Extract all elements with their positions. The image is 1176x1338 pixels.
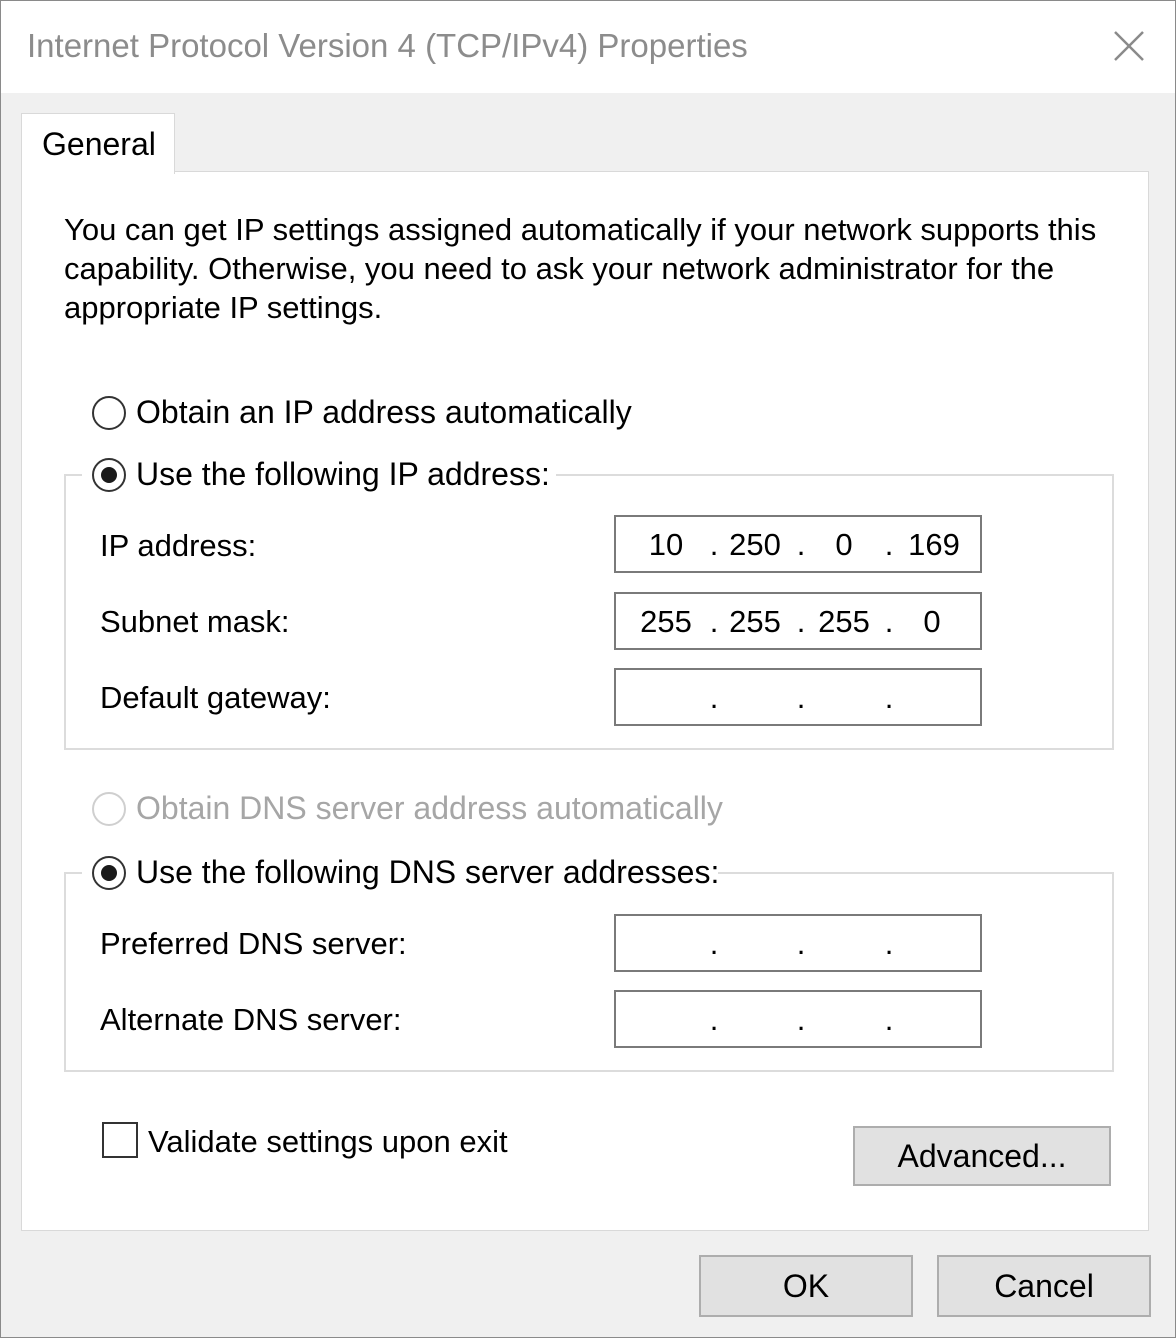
default-gateway-label: Default gateway:: [100, 680, 331, 715]
subnet-octet-3: 255: [818, 604, 870, 639]
validate-settings-checkbox[interactable]: [102, 1122, 138, 1158]
ip-dot-1: .: [709, 527, 719, 562]
obtain-ip-auto-label[interactable]: Obtain an IP address automatically: [136, 394, 632, 431]
pref-dns-dot-1: .: [709, 926, 719, 961]
subnet-octet-1: 255: [640, 604, 692, 639]
ip-address-label: IP address:: [100, 528, 257, 563]
alt-dns-dot-2: .: [796, 1002, 806, 1037]
obtain-dns-auto-radio: [92, 792, 126, 826]
subnet-dot-2: .: [796, 604, 806, 639]
subnet-mask-label: Subnet mask:: [100, 604, 290, 639]
ip-dot-2: .: [796, 527, 806, 562]
gateway-dot-3: .: [884, 680, 894, 715]
ip-octet-1: 10: [648, 527, 684, 562]
tab-general[interactable]: General: [21, 113, 175, 174]
ip-octet-3: 0: [835, 527, 853, 562]
description-text: You can get IP settings assigned automat…: [64, 212, 1097, 325]
use-following-dns-radio[interactable]: [92, 856, 126, 890]
obtain-ip-auto-radio[interactable]: [92, 396, 126, 430]
title-bar: Internet Protocol Version 4 (TCP/IPv4) P…: [1, 1, 1175, 93]
use-following-ip-label[interactable]: Use the following IP address:: [136, 456, 550, 493]
alt-dns-dot-1: .: [709, 1002, 719, 1037]
close-button[interactable]: [1091, 15, 1167, 77]
alternate-dns-input[interactable]: . . .: [614, 990, 982, 1048]
window-title: Internet Protocol Version 4 (TCP/IPv4) P…: [27, 27, 748, 64]
close-icon: [1114, 31, 1144, 61]
ip-dot-3: .: [884, 527, 894, 562]
alt-dns-dot-3: .: [884, 1002, 894, 1037]
preferred-dns-label: Preferred DNS server:: [100, 926, 407, 961]
ip-octet-2: 250: [729, 527, 781, 562]
general-panel: You can get IP settings assigned automat…: [21, 171, 1149, 1231]
alternate-dns-label: Alternate DNS server:: [100, 1002, 402, 1037]
use-following-ip-radio[interactable]: [92, 458, 126, 492]
cancel-button[interactable]: Cancel: [937, 1255, 1151, 1317]
subnet-octet-4: 0: [923, 604, 941, 639]
subnet-octet-2: 255: [729, 604, 781, 639]
validate-settings-label[interactable]: Validate settings upon exit: [148, 1124, 508, 1160]
tab-general-label: General: [42, 126, 156, 162]
gateway-dot-2: .: [796, 680, 806, 715]
default-gateway-input[interactable]: . . .: [614, 668, 982, 726]
obtain-dns-auto-label: Obtain DNS server address automatically: [136, 790, 723, 826]
subnet-dot-1: .: [709, 604, 719, 639]
ipv4-properties-dialog: Internet Protocol Version 4 (TCP/IPv4) P…: [0, 0, 1176, 1338]
advanced-button[interactable]: Advanced...: [853, 1126, 1111, 1186]
subnet-dot-3: .: [884, 604, 894, 639]
gateway-dot-1: .: [709, 680, 719, 715]
pref-dns-dot-2: .: [796, 926, 806, 961]
pref-dns-dot-3: .: [884, 926, 894, 961]
use-following-dns-label[interactable]: Use the following DNS server addresses:: [136, 854, 719, 891]
subnet-mask-input[interactable]: 255 . 255 . 255 . 0: [614, 592, 982, 650]
preferred-dns-input[interactable]: . . .: [614, 914, 982, 972]
ip-octet-4: 169: [908, 527, 960, 562]
ok-button[interactable]: OK: [699, 1255, 913, 1317]
ip-address-input[interactable]: 10 . 250 . 0 . 169: [614, 515, 982, 573]
